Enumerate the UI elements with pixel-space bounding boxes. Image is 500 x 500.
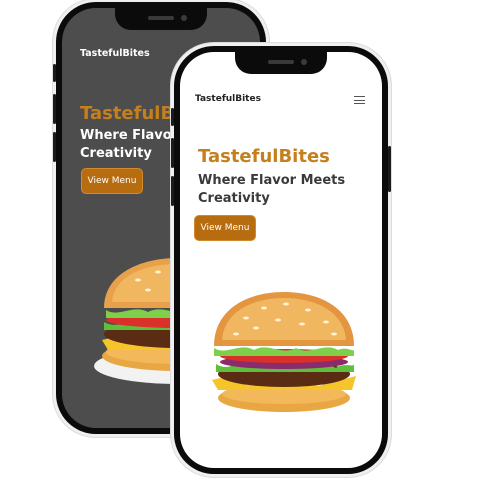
nav-brand[interactable]: TastefulBites [195,94,261,104]
hero-subtitle: Where Flavor Meets Creativity [198,173,346,206]
front-phone-screen: TastefulBites TastefulBites Where Flavor… [180,52,382,468]
burger-image [212,292,356,412]
view-menu-button[interactable]: View Menu [81,168,143,194]
hero-title: TastefulBites [198,146,330,167]
phone-notch [115,8,207,30]
phone-notch [235,52,327,74]
hamburger-menu-icon[interactable] [354,96,365,104]
nav-brand[interactable]: TastefulBites [80,48,150,59]
front-phone-mockup: TastefulBites TastefulBites Where Flavor… [171,46,391,474]
view-menu-button[interactable]: View Menu [194,215,256,241]
